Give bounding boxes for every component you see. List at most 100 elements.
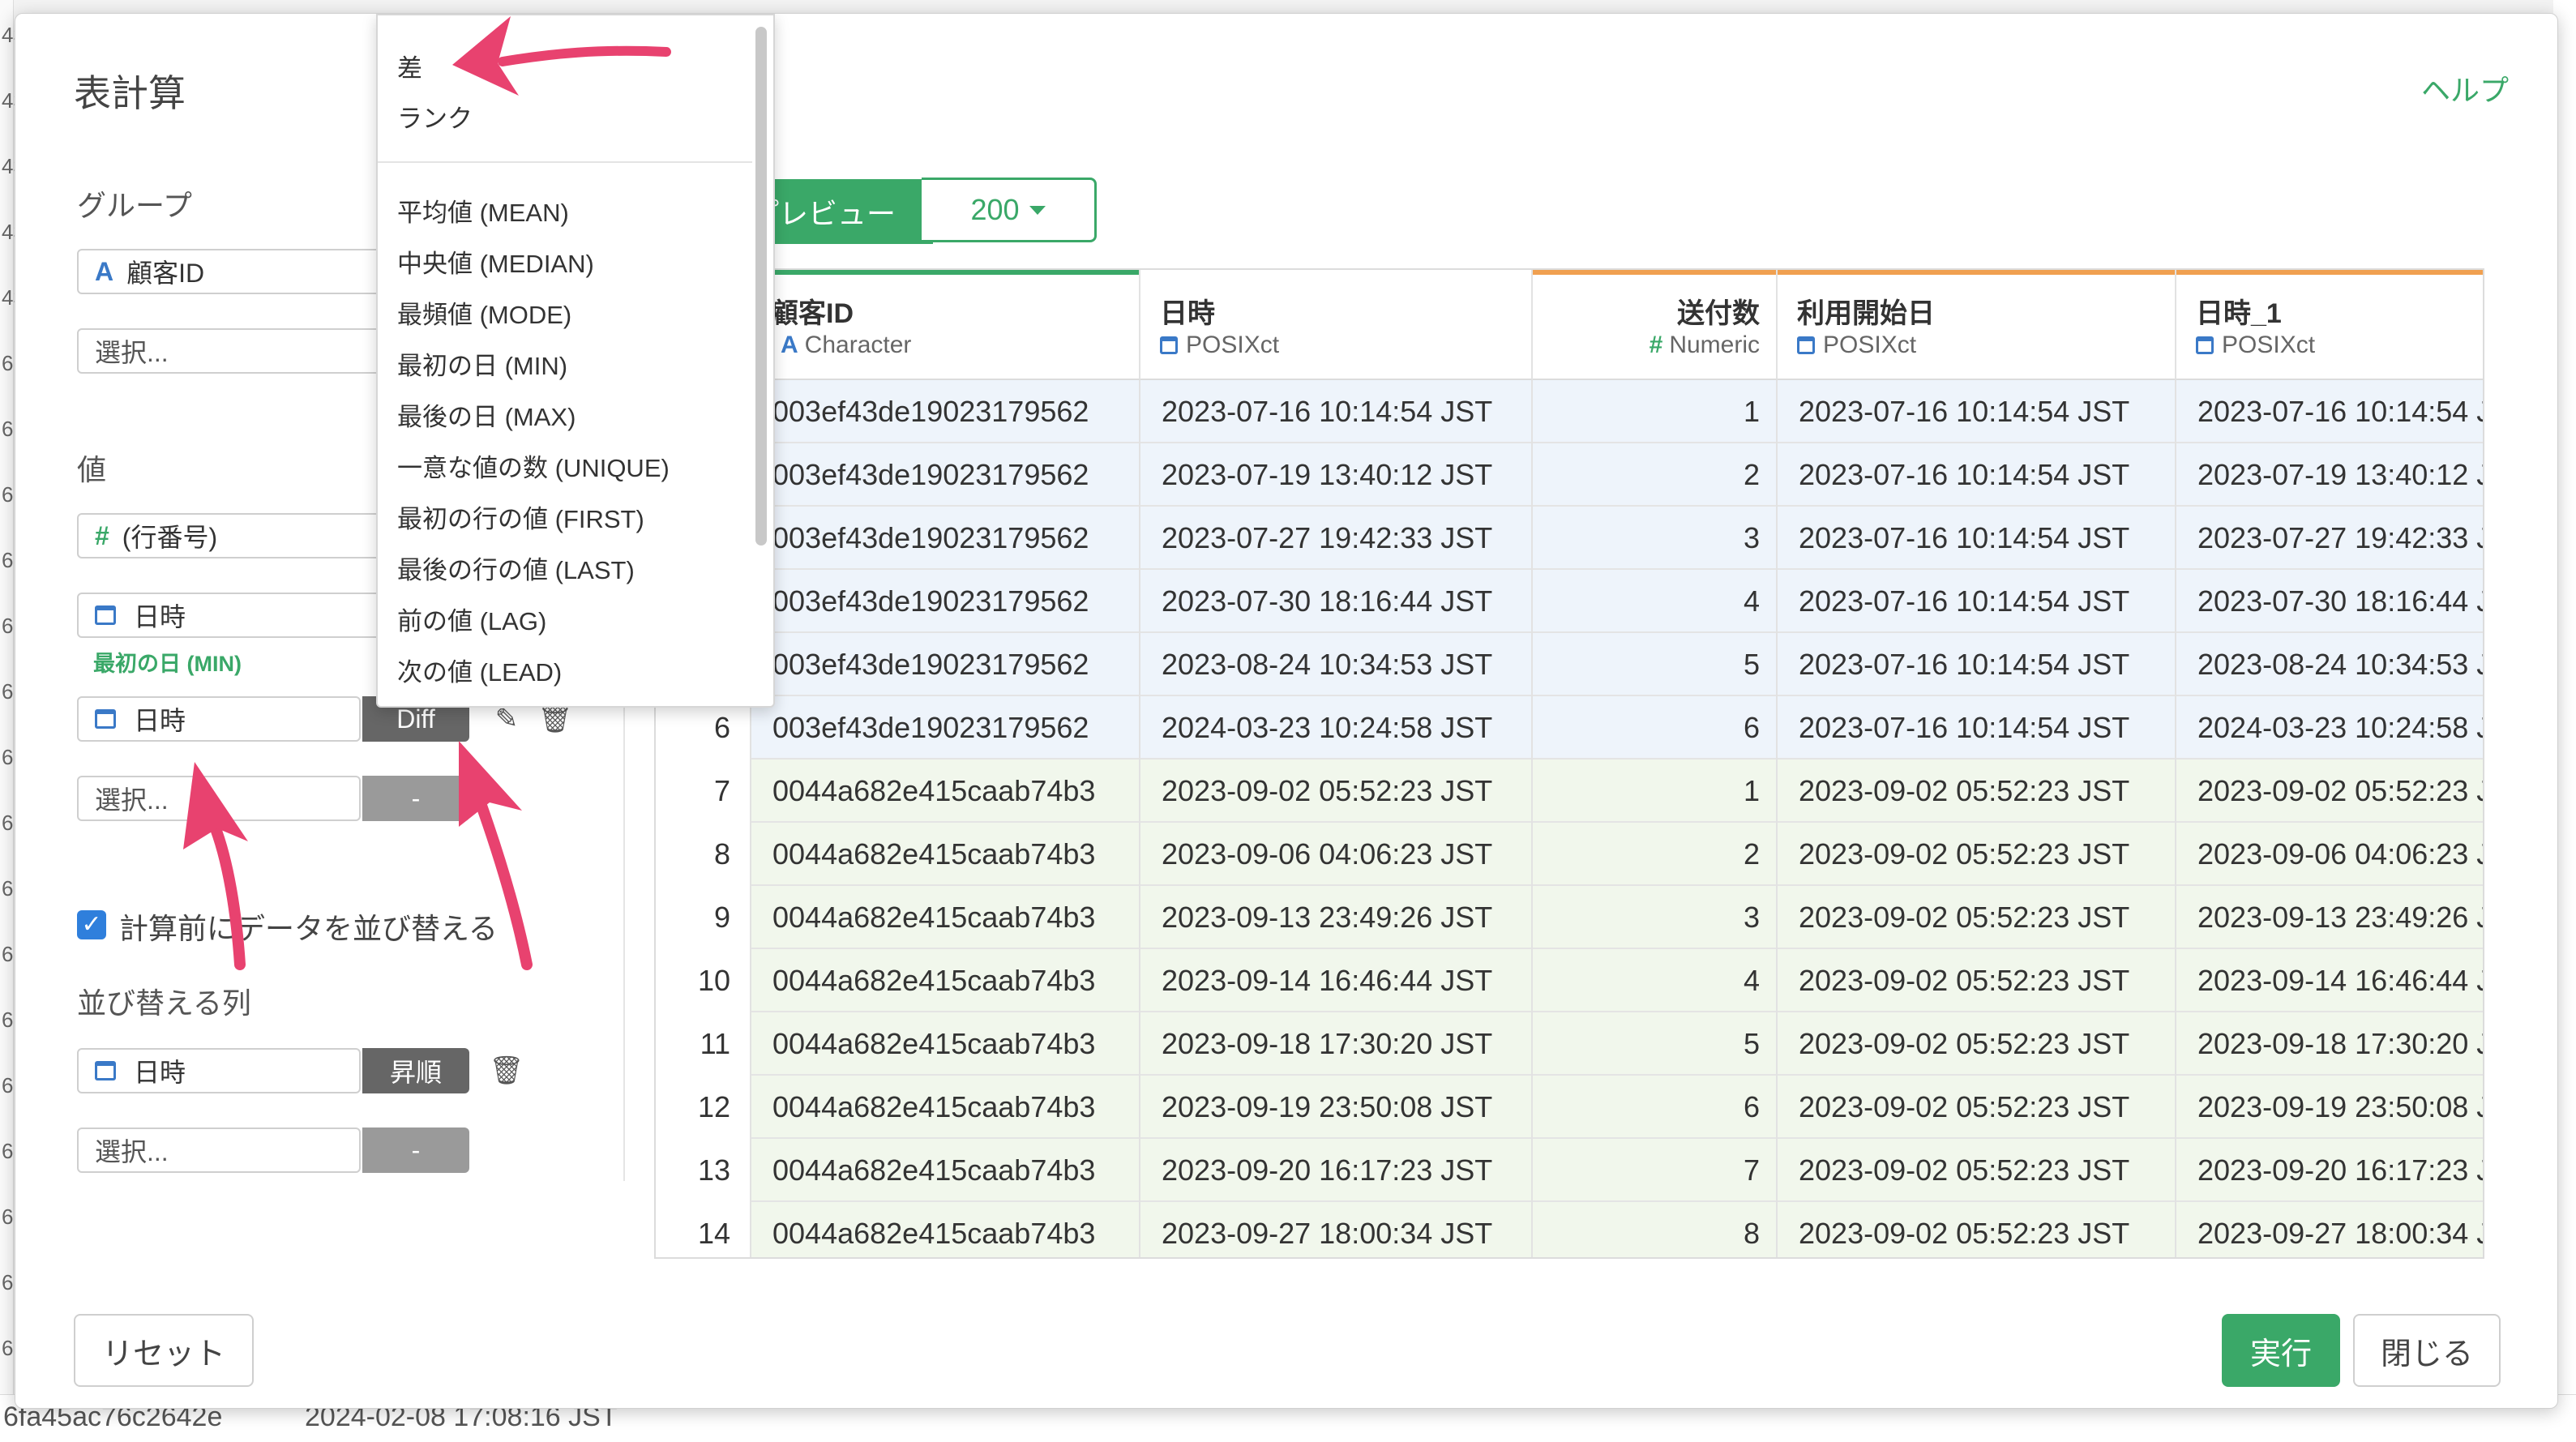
table-cell: 2023-07-30 18:16:44 JST [1140, 570, 1533, 633]
table-cell: 003ef43de19023179562 [751, 633, 1140, 696]
sort-columns-label: 並び替える列 [77, 986, 251, 1020]
calendar-icon [95, 709, 116, 729]
column-type-bar [1778, 270, 2175, 275]
dropdown-scrollbar[interactable] [755, 27, 767, 546]
table-cell: 2023-07-27 19:42:33 JST [1140, 507, 1533, 570]
dropdown-item[interactable]: 最初の行の値 (FIRST) [397, 498, 644, 535]
table-cell: 2023-07-16 10:14:54 JST [1778, 380, 2176, 443]
calendar-icon [2196, 336, 2214, 354]
background-cell: 6 [2, 1073, 14, 1098]
sort-order-empty-button[interactable]: - [362, 1127, 469, 1173]
dropdown-item[interactable]: 一意な値の数 (UNIQUE) [397, 447, 670, 484]
table-cell: 0044a682e415caab74b3 [751, 949, 1140, 1012]
calendar-icon [1160, 336, 1178, 354]
table-cell: 2023-07-19 13:40:12 JST [1140, 443, 1533, 507]
table-row: 10 0044a682e415caab74b3 2023-09-14 16:46:4… [656, 949, 2483, 1012]
dropdown-item[interactable]: 最頻値 (MODE) [397, 294, 571, 331]
column-type: # Numeric [1650, 332, 1760, 359]
background-cell: 6 [2, 745, 14, 769]
table-cell: 2024-03-23 10:24:58 JST [2176, 696, 2483, 760]
sort-select[interactable]: 選択... [77, 1127, 361, 1173]
dropdown-item[interactable]: 最後の行の値 (LAST) [397, 550, 635, 586]
table-cell: 2023-07-16 10:14:54 JST [1778, 696, 2176, 760]
dropdown-item[interactable]: ランク [397, 98, 473, 135]
function-empty-button[interactable]: - [362, 776, 469, 821]
table-cell: 2023-09-27 18:00:34 JST [2176, 1202, 2483, 1257]
dropdown-item[interactable]: 平均値 (MEAN) [397, 192, 569, 229]
table-cell: 2023-08-24 10:34:53 JST [1140, 633, 1533, 696]
table-cell: 2023-09-27 18:00:34 JST [1140, 1202, 1533, 1257]
column-type: POSIXct [2196, 332, 2315, 359]
help-link[interactable]: ヘルプ [2421, 67, 2509, 109]
row-index-cell: 8 [656, 823, 751, 886]
trash-icon[interactable]: 🗑 [489, 1053, 524, 1089]
caret-down-icon [1029, 205, 1046, 215]
reset-button[interactable]: リセット [74, 1314, 254, 1387]
close-button[interactable]: 閉じる [2353, 1314, 2501, 1387]
column-type-label: Numeric [1669, 332, 1760, 358]
preview-rows-select[interactable]: 200 [922, 178, 1097, 242]
table-cell: 2023-08-24 10:34:53 JST [2176, 633, 2483, 696]
table-row: 003ef43de19023179562 2023-07-30 18:16:44 … [656, 570, 2483, 633]
dropdown-item[interactable]: 前の値 (LAG) [397, 601, 546, 637]
table-cell: 0044a682e415caab74b3 [751, 760, 1140, 823]
background-cell: 6 [2, 614, 14, 638]
table-cell: 003ef43de19023179562 [751, 696, 1140, 760]
background-cell: 6 [2, 482, 14, 507]
table-cell: 003ef43de19023179562 [751, 570, 1140, 633]
column-header[interactable]: 日時_1 POSIXct [2176, 270, 2483, 380]
table-row: 003ef43de19023179562 2023-07-16 10:14:54 … [656, 380, 2483, 443]
table-cell: 0044a682e415caab74b3 [751, 1076, 1140, 1139]
table-row: 9 0044a682e415caab74b3 2023-09-13 23:49:26… [656, 886, 2483, 949]
table-cell: 2023-09-06 04:06:23 JST [2176, 823, 2483, 886]
background-cell: 6 [2, 876, 14, 901]
table-cell: 2023-09-02 05:52:23 JST [1778, 1012, 2176, 1076]
table-cell: 003ef43de19023179562 [751, 380, 1140, 443]
sort-before-calc-checkbox[interactable]: ✓ [77, 910, 106, 939]
table-row: 003ef43de19023179562 2023-07-19 13:40:12 … [656, 443, 2483, 507]
background-cell: 6 [2, 1139, 14, 1163]
value-datetime-diff-field[interactable]: 日時 [77, 696, 361, 742]
dropdown-item[interactable]: 次の値 (LEAD) [397, 652, 562, 688]
table-cell: 2023-09-13 23:49:26 JST [1140, 886, 1533, 949]
table-row: 7 0044a682e415caab74b3 2023-09-02 05:52:23… [656, 760, 2483, 823]
table-cell: 003ef43de19023179562 [751, 443, 1140, 507]
column-header[interactable]: 顧客ID A Character [751, 270, 1140, 380]
table-cell: 2023-07-16 10:14:54 JST [1778, 443, 2176, 507]
table-row: 12 0044a682e415caab74b3 2023-09-19 23:50:0… [656, 1076, 2483, 1139]
dropdown-item[interactable]: 最後の日 (MAX) [397, 396, 576, 433]
column-type: A Character [781, 332, 911, 359]
table-cell: 2023-07-30 18:16:44 JST [2176, 570, 2483, 633]
character-type-icon: A [95, 256, 114, 286]
table-cell: 2023-09-19 23:50:08 JST [2176, 1076, 2483, 1139]
calendar-icon [95, 605, 116, 625]
column-header[interactable]: 送付数 # Numeric [1533, 270, 1778, 380]
background-cell: 6 [2, 1336, 14, 1360]
column-type-bar [751, 270, 1139, 275]
dropdown-item[interactable]: 中央値 (MEDIAN) [397, 243, 594, 280]
background-cell: 6 [2, 1205, 14, 1229]
column-type-label: POSIXct [1186, 332, 1280, 358]
table-row: 14 0044a682e415caab74b3 2023-09-27 18:00:3… [656, 1202, 2483, 1257]
row-index-cell: 10 [656, 949, 751, 1012]
table-cell: 8 [1533, 1202, 1778, 1257]
sort-column-field[interactable]: 日時 [77, 1048, 361, 1093]
table-cell: 003ef43de19023179562 [751, 507, 1140, 570]
background-cell: 6 [2, 417, 14, 441]
table-row: 11 0044a682e415caab74b3 2023-09-18 17:30:2… [656, 1012, 2483, 1076]
dropdown-item[interactable]: 差 [397, 48, 422, 84]
table-cell: 2023-07-16 10:14:54 JST [1140, 380, 1533, 443]
background-cell: 6 [2, 1008, 14, 1032]
column-header[interactable]: 日時 POSIXct [1140, 270, 1533, 380]
table-calculation-dialog: 表計算 ヘルプ グループ A 顧客ID 選択... 値 # (行番号) 日時 最… [15, 13, 2558, 1409]
row-index-cell: 11 [656, 1012, 751, 1076]
dropdown-item[interactable]: 最初の日 (MIN) [397, 345, 567, 382]
background-cell: 6 [2, 811, 14, 835]
run-button[interactable]: 実行 [2222, 1314, 2340, 1387]
sort-order-button[interactable]: 昇順 [362, 1048, 469, 1093]
value-select[interactable]: 選択... [77, 776, 361, 821]
column-type-label: Character [804, 332, 912, 358]
column-header[interactable]: 利用開始日 POSIXct [1778, 270, 2176, 380]
column-type-bar [2176, 270, 2483, 275]
values-label: 値 [77, 453, 107, 486]
